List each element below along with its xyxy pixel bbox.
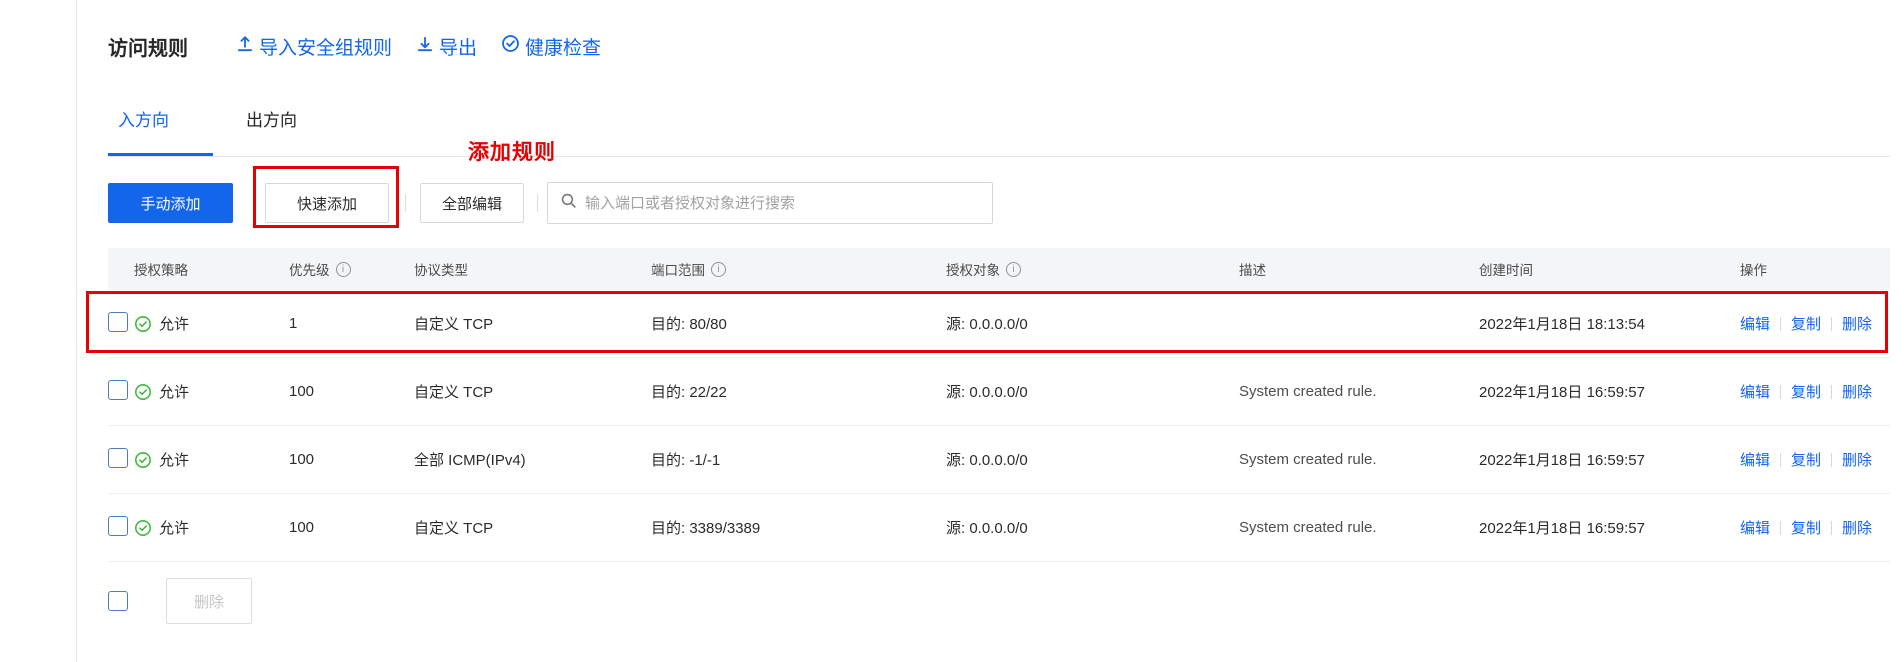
auth-object-value: 源: 0.0.0.0/0 — [946, 313, 1239, 334]
col-created-time: 创建时间 — [1479, 259, 1740, 279]
policy-value: 允许 — [159, 449, 189, 470]
edit-all-button[interactable]: 全部编辑 — [420, 183, 524, 223]
table-row: 允许 100 自定义 TCP 目的: 3389/3389 源: 0.0.0.0/… — [108, 494, 1890, 562]
panel-left-divider — [76, 0, 77, 662]
security-rules-table: 授权策略 优先级i 协议类型 端口范围i 授权对象i 描述 创建时间 操作 允许… — [108, 248, 1890, 562]
delete-link[interactable]: 删除 — [1842, 316, 1872, 333]
row-checkbox[interactable] — [108, 312, 128, 332]
action-divider — [1780, 385, 1781, 399]
batch-delete-button[interactable]: 删除 — [166, 578, 252, 624]
toolbar-divider — [405, 194, 406, 212]
copy-link[interactable]: 复制 — [1791, 452, 1821, 469]
tab-inbound[interactable]: 入方向 — [108, 100, 213, 156]
shield-check-icon — [501, 34, 525, 59]
delete-link[interactable]: 删除 — [1842, 520, 1872, 537]
priority-value: 1 — [289, 315, 414, 332]
col-auth-object: 授权对象i — [946, 259, 1239, 279]
row-checkbox[interactable] — [108, 448, 128, 468]
action-divider — [1780, 317, 1781, 331]
created-time-value: 2022年1月18日 16:59:57 — [1479, 517, 1740, 538]
upload-icon — [236, 35, 259, 59]
page-header: 访问规则 导入安全组规则 导出 健康检查 — [108, 32, 625, 61]
rule-search-box — [547, 182, 993, 224]
row-checkbox[interactable] — [108, 380, 128, 400]
protocol-value: 自定义 TCP — [414, 517, 651, 538]
table-row: 允许 1 自定义 TCP 目的: 80/80 源: 0.0.0.0/0 2022… — [108, 290, 1890, 358]
auth-object-value: 源: 0.0.0.0/0 — [946, 449, 1239, 470]
priority-value: 100 — [289, 451, 414, 468]
quick-add-button[interactable]: 快速添加 — [265, 183, 389, 223]
copy-link[interactable]: 复制 — [1791, 384, 1821, 401]
rules-toolbar: 手动添加 快速添加 全部编辑 — [108, 182, 993, 224]
policy-value: 允许 — [159, 313, 189, 334]
priority-value: 100 — [289, 383, 414, 400]
description-value: System created rule. — [1239, 519, 1479, 536]
table-footer: 删除 — [108, 578, 252, 624]
col-port-range: 端口范围i — [651, 259, 946, 279]
export-link-label: 导出 — [439, 33, 477, 60]
description-value: System created rule. — [1239, 383, 1479, 400]
allow-check-icon — [134, 315, 152, 333]
table-header-row: 授权策略 优先级i 协议类型 端口范围i 授权对象i 描述 创建时间 操作 — [108, 248, 1890, 290]
protocol-value: 自定义 TCP — [414, 381, 651, 402]
import-security-group-rules-link[interactable]: 导入安全组规则 — [236, 33, 392, 60]
select-all-checkbox[interactable] — [108, 591, 128, 611]
health-check-link-label: 健康检查 — [525, 33, 601, 60]
direction-tabs: 入方向 出方向 — [108, 100, 1890, 157]
action-divider — [1780, 521, 1781, 535]
search-icon — [560, 192, 577, 214]
col-description: 描述 — [1239, 259, 1479, 279]
edit-link[interactable]: 编辑 — [1740, 520, 1770, 537]
info-icon[interactable]: i — [1006, 262, 1021, 277]
action-divider — [1831, 453, 1832, 467]
tab-outbound[interactable]: 出方向 — [246, 100, 297, 156]
policy-value: 允许 — [159, 381, 189, 402]
policy-value: 允许 — [159, 517, 189, 538]
protocol-value: 自定义 TCP — [414, 313, 651, 334]
export-link[interactable]: 导出 — [416, 33, 477, 60]
info-icon[interactable]: i — [336, 262, 351, 277]
created-time-value: 2022年1月18日 16:59:57 — [1479, 381, 1740, 402]
allow-check-icon — [134, 451, 152, 469]
port-range-value: 目的: 80/80 — [651, 313, 946, 334]
col-priority: 优先级i — [289, 259, 414, 279]
auth-object-value: 源: 0.0.0.0/0 — [946, 517, 1239, 538]
edit-link[interactable]: 编辑 — [1740, 384, 1770, 401]
edit-link[interactable]: 编辑 — [1740, 316, 1770, 333]
port-range-value: 目的: -1/-1 — [651, 449, 946, 470]
created-time-value: 2022年1月18日 16:59:57 — [1479, 449, 1740, 470]
toolbar-divider — [537, 194, 538, 212]
info-icon[interactable]: i — [711, 262, 726, 277]
search-input[interactable] — [585, 195, 980, 212]
col-operations: 操作 — [1740, 259, 1890, 279]
table-row: 允许 100 自定义 TCP 目的: 22/22 源: 0.0.0.0/0 Sy… — [108, 358, 1890, 426]
table-row: 允许 100 全部 ICMP(IPv4) 目的: -1/-1 源: 0.0.0.… — [108, 426, 1890, 494]
allow-check-icon — [134, 519, 152, 537]
delete-link[interactable]: 删除 — [1842, 384, 1872, 401]
import-link-label: 导入安全组规则 — [259, 33, 392, 60]
copy-link[interactable]: 复制 — [1791, 520, 1821, 537]
edit-link[interactable]: 编辑 — [1740, 452, 1770, 469]
priority-value: 100 — [289, 519, 414, 536]
col-protocol: 协议类型 — [414, 259, 651, 279]
download-icon — [416, 35, 439, 59]
allow-check-icon — [134, 383, 152, 401]
manual-add-button[interactable]: 手动添加 — [108, 183, 233, 223]
action-divider — [1831, 385, 1832, 399]
port-range-value: 目的: 3389/3389 — [651, 517, 946, 538]
action-divider — [1831, 317, 1832, 331]
page-title: 访问规则 — [108, 32, 188, 61]
description-value: System created rule. — [1239, 451, 1479, 468]
health-check-link[interactable]: 健康检查 — [501, 33, 601, 60]
col-policy: 授权策略 — [134, 259, 289, 279]
port-range-value: 目的: 22/22 — [651, 381, 946, 402]
protocol-value: 全部 ICMP(IPv4) — [414, 449, 651, 470]
action-divider — [1780, 453, 1781, 467]
delete-link[interactable]: 删除 — [1842, 452, 1872, 469]
copy-link[interactable]: 复制 — [1791, 316, 1821, 333]
action-divider — [1831, 521, 1832, 535]
created-time-value: 2022年1月18日 18:13:54 — [1479, 313, 1740, 334]
row-checkbox[interactable] — [108, 516, 128, 536]
auth-object-value: 源: 0.0.0.0/0 — [946, 381, 1239, 402]
